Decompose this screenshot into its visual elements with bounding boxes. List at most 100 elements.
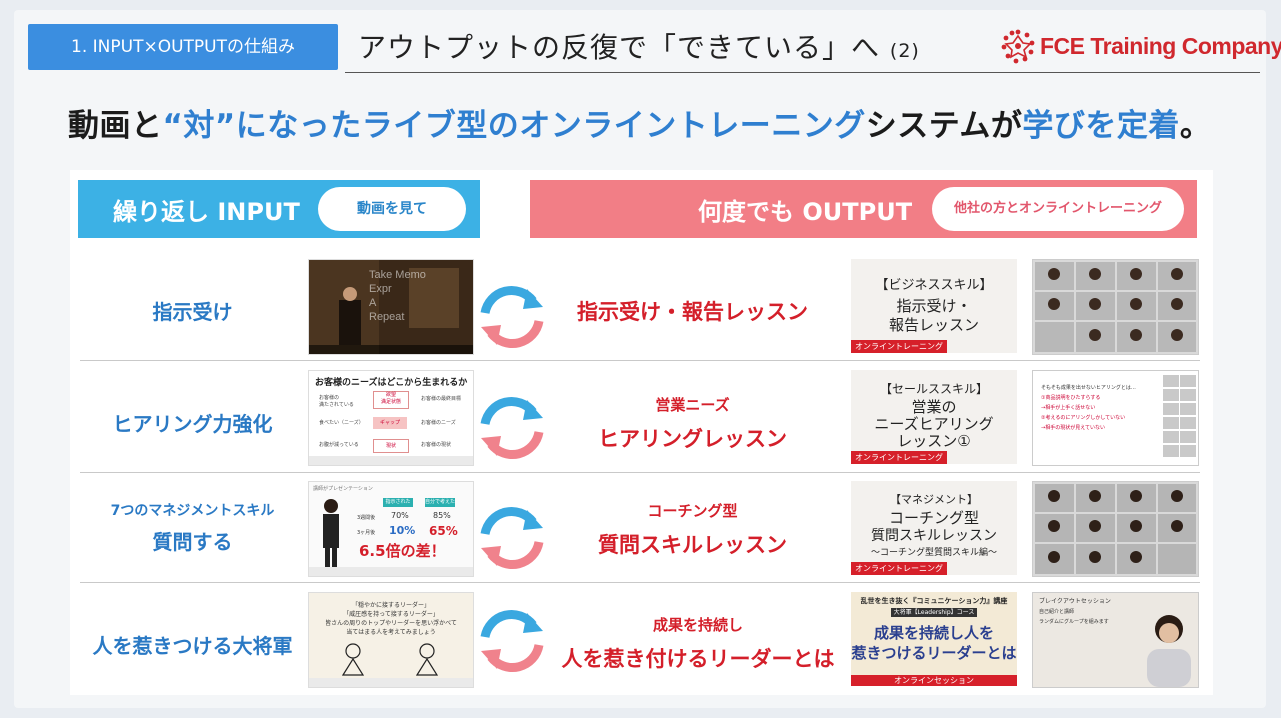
row-divider [80, 360, 1200, 361]
card-line: 質問スキルレッスン [871, 528, 997, 544]
cycle-arrows-icon [480, 507, 544, 569]
zoom-session-2[interactable]: そもそも成果を出せないヒアリングとは… ①商品説明をひたすらする →相手が上手く… [1032, 370, 1199, 466]
headline-part4: 学びを定着 [1022, 108, 1180, 144]
col-self: 自分で考えた [425, 498, 456, 507]
row-divider [80, 472, 1200, 473]
card-line: 営業の [911, 398, 957, 416]
presenter-video [1147, 615, 1191, 687]
row-3months: 3ヶ月後 [357, 530, 376, 536]
video-controls[interactable] [309, 456, 473, 465]
participant-strip [1163, 375, 1196, 457]
video-thumbnail-4[interactable]: 「穏やかに接するリーダー」 「威圧感を持って接するリーダー」 皆さんの周りのトッ… [308, 592, 474, 688]
page-title: アウトプットの反復で「できている」へ (2) [358, 26, 920, 66]
cycle-arrows-icon [480, 397, 544, 459]
participant-grid [1035, 262, 1196, 352]
thumb-box-desire: 欲望 満足状態 [373, 391, 409, 409]
lesson-title-2: 営業ニーズ ヒアリングレッスン [555, 394, 830, 453]
zoom-session-4[interactable]: ブレイクアウトセッション 自己紹介と講師 ランダムにグループを組みます [1032, 592, 1199, 688]
card-big-2: 惹きつけるリーダーとは [851, 644, 1017, 662]
row-topic-2: ヒアリング力強化 [112, 412, 273, 436]
lesson-title-1: 指示受け・報告レッスン [555, 296, 830, 326]
card-line: 〜コーチング型質問スキル編〜 [870, 548, 997, 558]
video-thumbnail-2[interactable]: お客様のニーズはどこから生まれるか お客様の 満たされている 食べたい（ニーズ）… [308, 370, 474, 466]
course-card-4[interactable]: 乱世を生き抜く『コミュニケーション力』講座 大将軍【Leadership】コース… [851, 592, 1017, 686]
row-divider [80, 582, 1200, 583]
card-tag: オンライントレーニング [851, 451, 947, 464]
thumb-right-2: お客様のニーズ [421, 420, 456, 426]
video-controls[interactable] [309, 678, 473, 687]
row-3weeks: 3週間後 [357, 515, 376, 521]
val-3m-a: 10% [389, 524, 416, 537]
card-line: コーチング型 [888, 509, 979, 527]
course-card-2[interactable]: 【セールススキル】 営業の ニーズヒアリング レッスン① オンライントレーニング [851, 370, 1017, 464]
val-3m-b: 65% [429, 524, 458, 538]
page-title-text: アウトプットの反復で「できている」へ [358, 31, 881, 64]
lesson-sub-4: 成果を持続し [652, 616, 743, 634]
participant-grid [1035, 484, 1196, 574]
thumb-right-1: お客様の最終目標 [421, 396, 462, 402]
course-card-3[interactable]: 【マネジメント】 コーチング型 質問スキルレッスン 〜コーチング型質問スキル編〜… [851, 481, 1017, 575]
cycle-arrows-icon [480, 286, 544, 348]
thumb-box-gap: ギャップ [373, 417, 407, 429]
row-topic-3: 7つのマネジメントスキル 質問する [80, 500, 305, 555]
val-3w-b: 85% [433, 511, 451, 520]
samurai-illustrations [341, 643, 439, 676]
thumb-box-now: 現状 [373, 439, 409, 453]
headline-part1: 動画と [68, 108, 163, 144]
window-frame [0, 0, 14, 718]
row-topic-3-small: 7つのマネジメントスキル [110, 503, 275, 519]
cycle-arrows-icon [480, 610, 544, 672]
lesson-main-1: 指示受け・報告レッスン [577, 300, 808, 324]
input-banner-label: 繰り返し INPUT [113, 197, 300, 226]
card-tag: オンラインセッション [851, 675, 1017, 686]
thumb-heading: お客様のニーズはどこから生まれるか [315, 378, 468, 388]
card-line: 報告レッスン [888, 316, 979, 334]
card-category: 【ビジネススキル】 [875, 278, 993, 293]
video-thumbnail-1[interactable]: Take Memo Expr A Repeat [308, 259, 474, 355]
section-tag: 1. INPUT×OUTPUTの仕組み [28, 24, 338, 70]
row-topic-1: 指示受け [152, 300, 233, 324]
card-category: 【マネジメント】 [890, 493, 978, 506]
difference-callout: 6.5倍の差！ [359, 542, 446, 560]
headline-part5: 。 [1179, 108, 1212, 144]
thumb-caption: 講師がプレゼンテーション [313, 486, 373, 492]
lesson-main-4: 人を惹き付けるリーダーとは [561, 647, 835, 671]
headline-part2: “対”になったライブ型のオンライントレーニング [162, 108, 866, 144]
col-instructed: 指示された [383, 498, 413, 507]
card-line: 指示受け・ [896, 297, 972, 315]
presenter-figure [323, 499, 339, 568]
logo-text: FCE Training Company [1040, 32, 1281, 59]
lesson-title-3: コーチング型 質問スキルレッスン [555, 500, 830, 559]
headline: 動画と“対”になったライブ型のオンライントレーニングシステムが学びを定着。 [68, 100, 1211, 145]
output-pill: 他社の方とオンライントレーニング [932, 187, 1184, 231]
card-series: 乱世を生き抜く『コミュニケーション力』講座 [860, 597, 1008, 605]
lesson-main-2: ヒアリングレッスン [598, 427, 787, 451]
card-line: ニーズヒアリング [874, 415, 994, 433]
company-logo: FCE Training Company [1000, 28, 1281, 64]
header-divider [345, 72, 1260, 73]
card-tag: オンライントレーニング [851, 562, 947, 575]
thumb-slide-text: 「穏やかに接するリーダー」 「威圧感を持って接するリーダー」 皆さんの周りのトッ… [325, 602, 457, 636]
card-course: 大将軍【Leadership】コース [891, 608, 977, 617]
card-big-1: 成果を持続し人を [873, 624, 994, 642]
zoom-session-3[interactable] [1032, 481, 1199, 577]
lesson-sub-2: 営業ニーズ [655, 396, 730, 414]
output-banner-label: 何度でも OUTPUT [698, 197, 913, 226]
row-topic-4: 人を惹きつける大将軍 [92, 634, 293, 658]
video-controls[interactable] [309, 567, 473, 576]
logo-star-icon [1001, 29, 1035, 64]
card-line: レッスン① [897, 432, 971, 450]
zoom-session-1[interactable] [1032, 259, 1199, 355]
thumb-left-2: 食べたい（ニーズ） [319, 420, 364, 426]
course-card-1[interactable]: 【ビジネススキル】 指示受け・ 報告レッスン オンライントレーニング [851, 259, 1017, 353]
input-pill: 動画を見て [318, 187, 466, 231]
val-3w-a: 70% [391, 511, 409, 520]
video-thumbnail-3[interactable]: 講師がプレゼンテーション 指示された 自分で考えた 3週間後 70% 85% 3… [308, 481, 474, 577]
video-controls[interactable] [309, 345, 473, 354]
card-tag: オンライントレーニング [851, 340, 947, 353]
lesson-main-3: 質問スキルレッスン [598, 533, 787, 557]
lesson-sub-3: コーチング型 [647, 502, 738, 520]
row-topic-3-main: 質問する [152, 530, 233, 554]
card-category: 【セールススキル】 [879, 382, 988, 396]
thumb-left-1: お客様の 満たされている [319, 395, 354, 408]
